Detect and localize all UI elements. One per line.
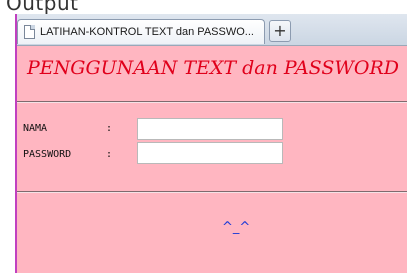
emoticon-text: ^_^: [222, 220, 251, 235]
new-tab-button[interactable]: +: [269, 20, 291, 42]
name-field[interactable]: [137, 118, 283, 140]
browser-tab[interactable]: LATIHAN-KONTROL TEXT dan PASSWO...: [17, 19, 265, 44]
horizontal-rule-top: [17, 101, 407, 103]
password-colon: :: [106, 149, 113, 160]
password-label: PASSWORD: [23, 149, 72, 160]
tab-title: LATIHAN-KONTROL TEXT dan PASSWO...: [40, 26, 254, 38]
output-caption: Output: [6, 0, 79, 15]
horizontal-rule-bottom: [17, 191, 407, 193]
browser-window: LATIHAN-KONTROL TEXT dan PASSWO... + PEN…: [15, 14, 407, 273]
name-label: NAMA: [23, 123, 48, 134]
tab-bar: LATIHAN-KONTROL TEXT dan PASSWO... +: [17, 14, 407, 46]
name-colon: :: [106, 123, 113, 134]
page-title: PENGGUNAAN TEXT dan PASSWORD: [26, 57, 400, 79]
password-field[interactable]: [137, 142, 283, 164]
page-icon: [24, 25, 35, 39]
